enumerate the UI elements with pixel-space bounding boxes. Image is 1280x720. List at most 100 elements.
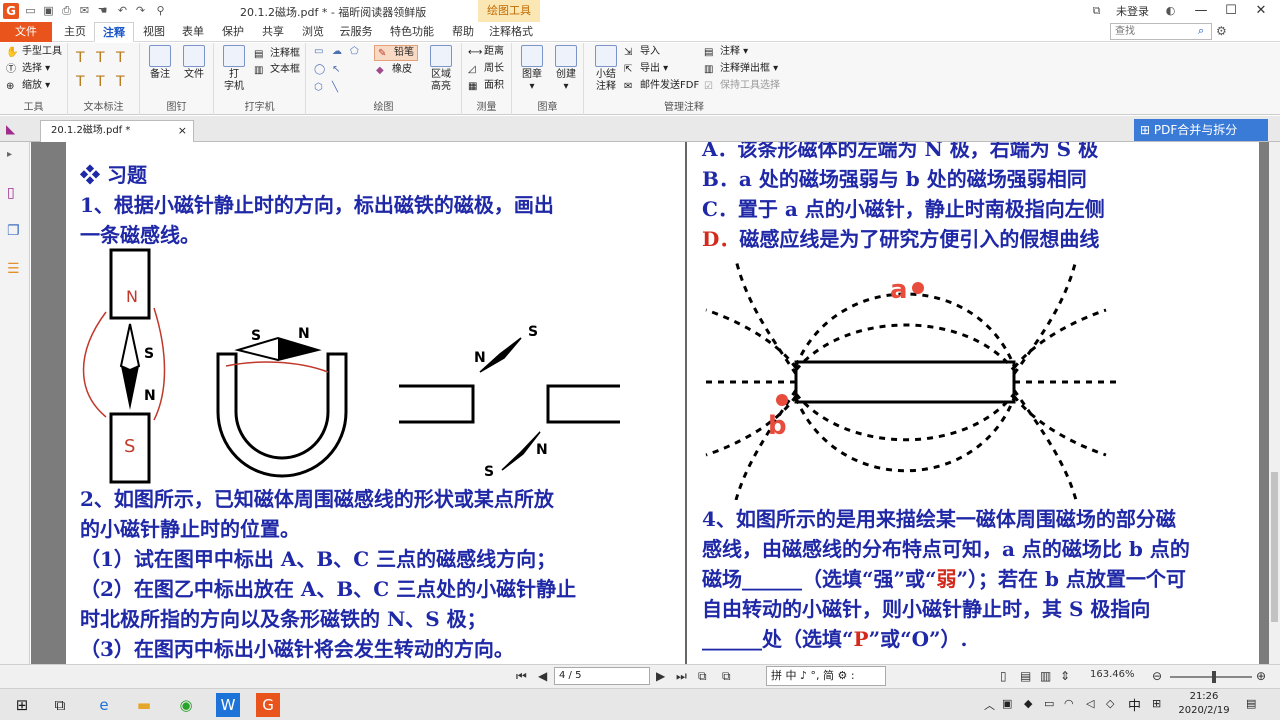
single-page-icon[interactable]: ▯ xyxy=(1000,669,1007,683)
distance-button[interactable]: ⟷ 距离 xyxy=(468,45,504,59)
tab-comment[interactable]: 注释 xyxy=(94,22,134,42)
highlight-text-icon[interactable]: T xyxy=(76,51,85,65)
zoom-level[interactable]: 163.46% xyxy=(1090,669,1135,680)
print-icon[interactable]: ⎙ xyxy=(60,4,73,17)
zoom-out-icon[interactable]: ⊖ xyxy=(1152,669,1162,683)
file-explorer-icon[interactable]: ▬ xyxy=(132,693,156,717)
last-page-icon[interactable]: ⏭ xyxy=(676,669,687,684)
tab-protect[interactable]: 保护 xyxy=(216,22,250,42)
keep-tool-checkbox[interactable]: ☑ 保持工具选择 xyxy=(704,79,780,93)
system-clock[interactable]: 21:26 2020/2/19 xyxy=(1178,690,1230,718)
note-button[interactable]: 备注 xyxy=(146,45,174,81)
context-tab-drawing-tools[interactable]: 绘图工具 xyxy=(478,0,540,22)
pages-icon[interactable]: ❐ xyxy=(7,222,23,240)
tab-share[interactable]: 共享 xyxy=(256,22,290,42)
popup-dropdown[interactable]: ▥ 注释弹出框 ▾ xyxy=(704,62,778,76)
prev-page-icon[interactable]: ◀ xyxy=(538,669,547,683)
comment-dropdown[interactable]: ▤ 注释 ▾ xyxy=(704,45,748,59)
create-stamp-button[interactable]: 创建 ▾ xyxy=(552,45,580,93)
close-button[interactable]: ✕ xyxy=(1250,0,1272,22)
tab-browse[interactable]: 浏览 xyxy=(296,22,330,42)
tab-cloud[interactable]: 云服务 xyxy=(336,22,376,42)
zoom-in-icon[interactable]: ⊕ xyxy=(1256,669,1266,683)
next-page-icon[interactable]: ▶ xyxy=(656,669,665,683)
tray-app-icon[interactable]: ▣ xyxy=(1002,697,1012,710)
wifi-icon[interactable]: ◠ xyxy=(1064,697,1074,710)
facing-icon[interactable]: ▥ xyxy=(1040,669,1051,683)
document-viewer[interactable]: ❖ 习题 1、根据小磁针静止时的方向，标出磁铁的磁极，画出 一条磁感线。 N S… xyxy=(31,142,1269,664)
rectangle-tool-icon[interactable]: ▭ xyxy=(314,45,323,59)
login-status[interactable]: 未登录 xyxy=(1116,3,1149,19)
tab-file[interactable]: 文件 xyxy=(0,22,52,42)
tray-app2-icon[interactable]: ◆ xyxy=(1024,697,1032,710)
vertical-scrollbar[interactable] xyxy=(1269,142,1280,664)
maximize-button[interactable]: ☐ xyxy=(1220,0,1242,22)
arrow-tool-icon[interactable]: ↖ xyxy=(332,63,340,77)
tray-overflow-icon[interactable]: ︿ xyxy=(984,697,995,713)
email-fdf-button[interactable]: ✉ 邮件发送FDF xyxy=(624,79,699,93)
email-icon[interactable]: ✉ xyxy=(78,4,91,17)
search-input[interactable]: 查找 xyxy=(1110,23,1212,40)
area-highlight-button[interactable]: 区域 高亮 xyxy=(426,45,456,93)
file-attach-button[interactable]: 文件 xyxy=(180,45,208,81)
continuous-icon[interactable]: ▤ xyxy=(1020,669,1031,683)
perimeter-button[interactable]: ◿ 周长 xyxy=(468,62,504,76)
pdf-merge-split-button[interactable]: ⊞ PDF合并与拆分 xyxy=(1134,119,1268,141)
bookmark-icon[interactable]: ▯ xyxy=(7,184,23,202)
restore-ribbon-icon[interactable]: ⧉ xyxy=(1090,4,1103,17)
oval-tool-icon[interactable]: ◯ xyxy=(314,63,325,77)
ime-mode-icon[interactable]: ⊞ xyxy=(1152,697,1161,710)
page-number-input[interactable]: 4 / 5 xyxy=(554,667,650,685)
ime-indicator[interactable]: 中 xyxy=(1128,695,1141,714)
summarize-comments-button[interactable]: 小结 注释 xyxy=(592,45,620,93)
document-tab[interactable]: 20.1.2磁场.pdf * × xyxy=(40,120,194,142)
first-page-icon[interactable]: ⏮ xyxy=(516,669,527,684)
skin-icon[interactable]: ◐ xyxy=(1164,4,1177,17)
hand-tool-button[interactable]: ✋ 手型工具 xyxy=(6,45,62,59)
tab-view[interactable]: 视图 xyxy=(138,22,170,42)
redo-icon[interactable]: ↷ xyxy=(134,4,147,17)
tab-comment-format[interactable]: 注释格式 xyxy=(486,22,536,42)
pencil-button[interactable]: ✎ 铅笔 xyxy=(374,45,418,61)
stamp-button[interactable]: 图章 ▾ xyxy=(518,45,546,93)
prev-view-icon[interactable]: ⧉ xyxy=(698,669,707,684)
export-button[interactable]: ⇱ 导出 ▾ xyxy=(624,62,668,76)
area-button[interactable]: ▦ 面积 xyxy=(468,79,504,93)
zoom-slider[interactable] xyxy=(1170,676,1252,678)
wps-writer-icon[interactable]: W xyxy=(216,693,240,717)
eraser-button[interactable]: ◆ 橡皮 xyxy=(376,63,412,77)
polygon-tool-icon[interactable]: ⬠ xyxy=(350,45,359,59)
hand-icon[interactable]: ☚ xyxy=(96,4,109,17)
replace-text-icon[interactable]: T xyxy=(116,75,125,89)
strikeout-text-icon[interactable]: T xyxy=(116,51,125,65)
windows-start-icon[interactable]: ⊞ xyxy=(10,693,34,717)
tab-form[interactable]: 表单 xyxy=(176,22,210,42)
save-icon[interactable]: ▣ xyxy=(42,4,55,17)
scrollbar-thumb[interactable] xyxy=(1271,472,1278,622)
textbox-button[interactable]: ▥ 文本框 xyxy=(254,63,300,77)
line-tool-icon[interactable]: ╲ xyxy=(332,81,338,95)
gear-icon[interactable]: ⚙ xyxy=(1216,24,1227,38)
tab-features[interactable]: 特色功能 xyxy=(384,22,440,42)
fit-page-icon[interactable]: ⇕ xyxy=(1060,669,1070,683)
polygon-outline-icon[interactable]: ⬡ xyxy=(314,81,323,95)
select-tool-button[interactable]: Ⓣ 选择 ▾ xyxy=(6,62,50,76)
foxit-reader-taskbar-icon[interactable]: G xyxy=(256,693,280,717)
comments-panel-icon[interactable]: ☰ xyxy=(7,260,23,278)
insert-text-icon[interactable]: T xyxy=(96,75,105,89)
undo-icon[interactable]: ↶ xyxy=(116,4,129,17)
cloud-tool-icon[interactable]: ☁ xyxy=(332,45,342,59)
next-view-icon[interactable]: ⧉ xyxy=(722,669,731,684)
open-icon[interactable]: ▭ xyxy=(24,4,37,17)
search-icon[interactable]: ⌕ xyxy=(1198,24,1204,38)
underline-text-icon[interactable]: T xyxy=(96,51,105,65)
battery-icon[interactable]: ▭ xyxy=(1044,697,1054,710)
tab-home[interactable]: 主页 xyxy=(58,22,92,42)
typewriter-button[interactable]: 打 字机 xyxy=(220,45,248,93)
zoom-tool-button[interactable]: ⊕ 缩放 ▾ xyxy=(6,79,50,93)
volume-icon[interactable]: ◁ xyxy=(1086,697,1094,710)
close-tab-icon[interactable]: × xyxy=(178,121,187,141)
squiggly-text-icon[interactable]: T xyxy=(76,75,85,89)
task-view-icon[interactable]: ⧉ xyxy=(48,693,72,717)
import-button[interactable]: ⇲ 导入 xyxy=(624,45,660,59)
